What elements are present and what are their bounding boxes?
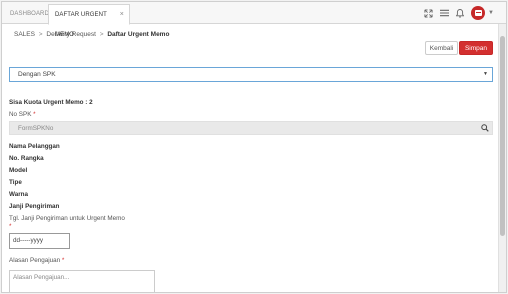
tab-dashboard-label: DASHBOARD	[10, 11, 49, 17]
no-spk-label-text: No SPK	[9, 111, 32, 118]
select-caret-icon: ▼	[483, 71, 488, 77]
spk-type-select-value: Dengan SPK	[18, 71, 56, 78]
no-rangka-label: No. Rangka	[9, 155, 44, 162]
top-bar: DASHBOARD DAFTAR URGENT MEMO × ▼	[2, 2, 506, 38]
user-avatar-icon	[474, 10, 482, 16]
expand-icon[interactable]	[423, 8, 433, 18]
bell-icon[interactable]	[455, 8, 465, 18]
simpan-button[interactable]: Simpan	[459, 41, 493, 55]
kembali-button[interactable]: Kembali	[425, 41, 458, 55]
no-spk-search	[9, 121, 493, 135]
tgl-janji-label: Tgl. Janji Pengiriman untuk Urgent Memo	[9, 215, 125, 222]
quota-text: Sisa Kuota Urgent Memo : 2	[9, 99, 93, 106]
header-icons: ▼	[423, 5, 494, 21]
janji-pengiriman-label: Janji Pengiriman	[9, 203, 60, 210]
alasan-textarea[interactable]	[9, 270, 155, 292]
alasan-label: Alasan Pengajuan *	[9, 257, 64, 264]
tab-daftar-urgent-memo[interactable]: DAFTAR URGENT MEMO ×	[48, 4, 130, 38]
no-spk-input[interactable]	[10, 122, 479, 134]
breadcrumb-separator: >	[38, 31, 43, 38]
tgl-required-mark: *	[9, 223, 12, 230]
breadcrumb-item-sales[interactable]: SALES	[14, 31, 35, 38]
breadcrumb-separator: >	[99, 31, 104, 38]
user-avatar[interactable]	[471, 6, 486, 20]
tab-close-icon[interactable]: ×	[120, 5, 124, 25]
spk-type-select[interactable]: Dengan SPK ▼	[9, 67, 493, 82]
model-label: Model	[9, 167, 28, 174]
menu-icon[interactable]	[439, 8, 449, 18]
tgl-janji-date-input[interactable]: dd-----yyyy	[9, 233, 70, 249]
tipe-label: Tipe	[9, 179, 22, 186]
search-icon[interactable]	[478, 122, 492, 134]
warna-label: Warna	[9, 191, 29, 198]
breadcrumb-item-delivery-request[interactable]: Delivery Request	[46, 31, 96, 38]
scrollbar-thumb[interactable]	[500, 36, 505, 236]
breadcrumb: SALES > Delivery Request > Daftar Urgent…	[14, 31, 169, 38]
tab-dashboard[interactable]: DASHBOARD	[4, 4, 49, 24]
chevron-down-icon[interactable]: ▼	[488, 10, 494, 16]
no-spk-label: No SPK *	[9, 111, 36, 118]
required-mark: *	[33, 111, 36, 118]
breadcrumb-item-current: Daftar Urgent Memo	[107, 31, 170, 38]
required-mark: *	[61, 257, 65, 264]
nama-pelanggan-label: Nama Pelanggan	[9, 143, 60, 150]
app-window: DASHBOARD DAFTAR URGENT MEMO × ▼ SALES >…	[1, 1, 507, 293]
alasan-label-text: Alasan Pengajuan	[9, 257, 61, 264]
vertical-scrollbar[interactable]	[498, 24, 506, 292]
